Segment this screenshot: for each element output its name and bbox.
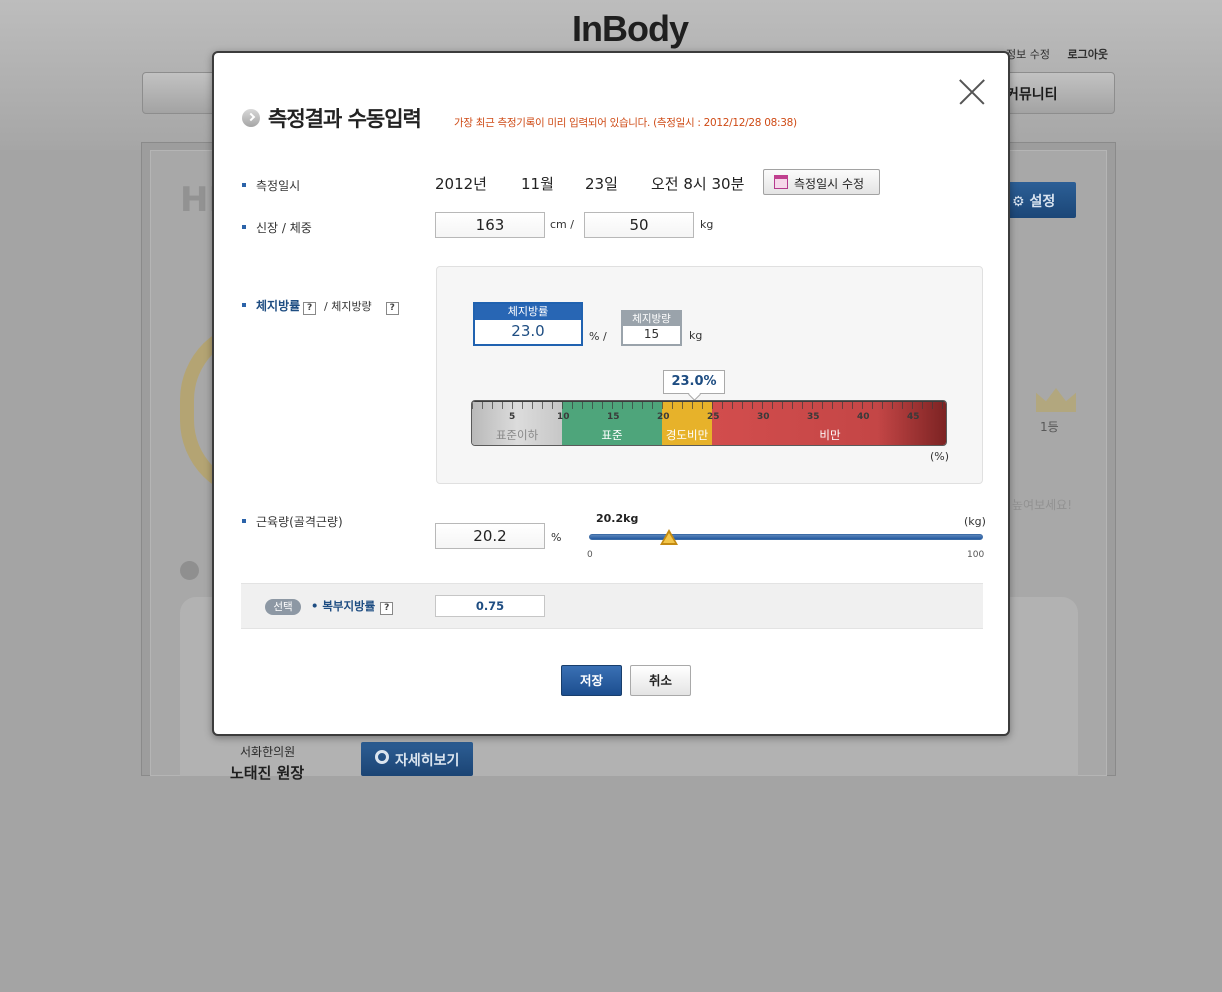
date-year: 2012년 (435, 175, 487, 193)
settings-button-label: 설정 (1029, 194, 1056, 210)
body-fat-bubble: 23.0% (663, 370, 725, 394)
save-button[interactable]: 저장 (561, 665, 622, 696)
prefill-notice: 가장 최근 측정기록이 미리 입력되어 있습니다. (측정일시 : 2012/1… (454, 117, 797, 129)
muscle-slider-track[interactable] (589, 534, 983, 540)
scale-tick: 30 (757, 412, 770, 422)
view-details-label: 자세히보기 (395, 753, 460, 769)
scale-tick: 45 (907, 412, 920, 422)
body-fat-pct-caption: 체지방률 (475, 304, 581, 320)
muscle-slider-thumb[interactable] (659, 529, 678, 545)
scale-ruler (472, 401, 946, 409)
calendar-icon (774, 175, 788, 189)
body-fat-kg-unit: kg (689, 329, 703, 342)
settings-button[interactable]: ⚙ 설정 (1006, 182, 1076, 218)
scale-label-obese: 비만 (819, 428, 841, 442)
optional-row: 선택 • 복부지방률? 0.75 (241, 583, 983, 629)
title-arrow-icon (242, 109, 260, 127)
height-weight-label: 신장 / 체중 (242, 219, 312, 236)
close-icon[interactable] (958, 79, 984, 105)
weight-input[interactable]: 50 (584, 212, 694, 238)
hint-text: 높여보세요! (1012, 498, 1073, 512)
nav-item-community[interactable]: 커뮤니티 (1006, 84, 1058, 104)
muscle-slider-unit: (kg) (964, 515, 986, 528)
body-fat-kg-value: 15 (643, 327, 660, 341)
optional-label: • 복부지방률? (311, 598, 394, 615)
date-row-label: 측정일시 (242, 177, 300, 194)
height-weight-text: 신장 / 체중 (256, 221, 312, 235)
muscle-slider-max: 100 (967, 550, 985, 560)
help-icon[interactable]: ? (385, 302, 399, 315)
body-fat-scale: 표준이하 표준 경도비만 비만 5 10 15 20 25 30 35 40 4… (471, 400, 947, 446)
abdominal-fat-label: • 복부지방률 (311, 599, 376, 613)
body-fat-label: 체지방률? / 체지방량? (242, 297, 399, 315)
scale-tick: 5 (509, 412, 516, 422)
height-input[interactable]: 163 (435, 212, 545, 238)
body-fat-kg-input[interactable]: 체지방량 15 (621, 310, 682, 346)
body-fat-kg-caption: 체지방량 (623, 312, 680, 326)
weight-unit: kg (700, 218, 714, 231)
muscle-slider-value: 20.2kg (596, 512, 639, 525)
inbody-logo: InBody (572, 8, 689, 49)
doctor-name: 노태진 원장 (230, 764, 305, 782)
cancel-button[interactable]: 취소 (630, 665, 691, 696)
muscle-unit: % (551, 531, 562, 544)
scale-tick: 25 (707, 412, 720, 422)
body-fat-kg-label: / 체지방량 (324, 300, 372, 313)
muscle-row-label: 근육량(골격근량) (242, 513, 343, 530)
clinic-name: 서화한의원 (240, 745, 296, 759)
abdominal-fat-input[interactable]: 0.75 (435, 595, 545, 617)
body-fat-pct-unit: % / (589, 330, 607, 343)
date-month: 11월 (521, 175, 554, 193)
view-details-button[interactable]: 자세히보기 (361, 742, 473, 776)
logout-link[interactable]: 로그아웃 (1067, 48, 1107, 61)
date-label-text: 측정일시 (256, 179, 301, 193)
help-icon[interactable]: ? (380, 602, 394, 615)
muscle-input[interactable]: 20.2 (435, 523, 545, 549)
scale-label-mild: 경도비만 (665, 428, 709, 442)
edit-date-button[interactable]: 측정일시 수정 (763, 169, 880, 195)
body-fat-panel: 체지방률 23.0 % / 체지방량 15 kg 23.0% 표준이하 표준 경… (436, 266, 983, 484)
scale-ruler-line (472, 401, 946, 402)
optional-badge: 선택 (265, 599, 301, 615)
body-fat-pct-value: 23.0 (511, 322, 545, 340)
edit-date-label: 측정일시 수정 (794, 177, 865, 191)
scale-tick: 20 (657, 412, 670, 422)
height-unit: cm / (550, 218, 574, 231)
scale-tick: 15 (607, 412, 620, 422)
scale-tick: 35 (807, 412, 820, 422)
date-day: 23일 (585, 175, 618, 193)
scale-tick: 40 (857, 412, 870, 422)
date-time: 오전 8시 30분 (651, 175, 745, 193)
modal-title: 측정결과 수동입력 (268, 107, 422, 131)
scale-label-under: 표준이하 (495, 428, 539, 442)
scale-tick: 10 (557, 412, 570, 422)
manual-input-modal: 측정결과 수동입력 가장 최근 측정기록이 미리 입력되어 있습니다. (측정일… (212, 51, 1010, 736)
magnifier-icon (375, 750, 389, 764)
help-icon[interactable]: ? (303, 302, 317, 315)
rank-label: 1등 (1040, 420, 1059, 434)
scale-unit-label: (%) (930, 450, 950, 463)
section-arrow-icon (180, 561, 199, 580)
edit-profile-link[interactable]: 정보 수정 (1006, 48, 1050, 61)
body-fat-pct-input[interactable]: 체지방률 23.0 (473, 302, 583, 346)
scale-label-normal: 표준 (601, 428, 623, 442)
muscle-slider-min: 0 (587, 550, 593, 560)
muscle-label-text: 근육량(골격근량) (256, 515, 343, 529)
body-fat-pct-label: 체지방률 (256, 299, 301, 313)
header-links: 정보 수정 로그아웃 (1006, 46, 1122, 62)
